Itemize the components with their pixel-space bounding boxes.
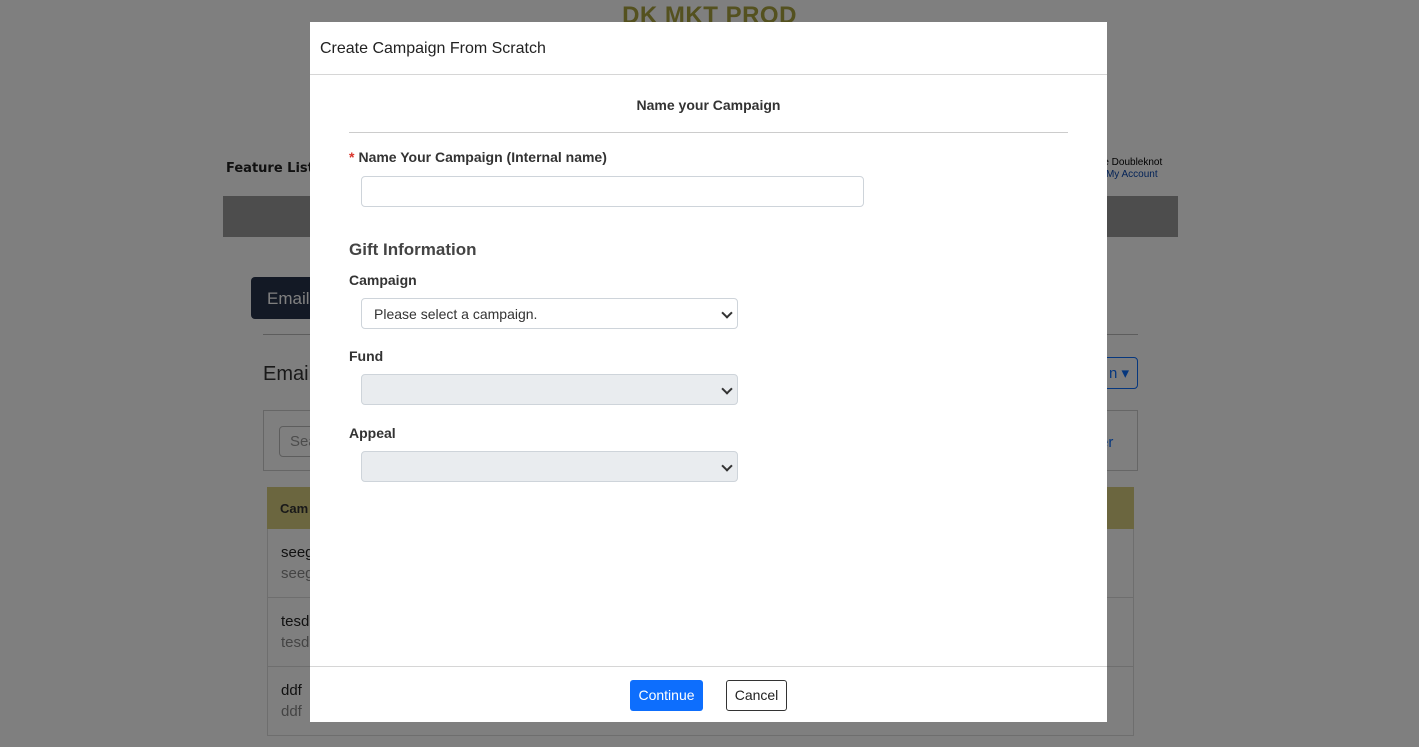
campaign-name-label-text: Name Your Campaign (Internal name): [358, 149, 606, 165]
campaign-select-value: Please select a campaign.: [374, 306, 537, 322]
create-campaign-modal: Create Campaign From Scratch Name your C…: [310, 22, 1107, 722]
required-marker: *: [349, 149, 354, 165]
chevron-down-icon: [721, 307, 732, 318]
fund-select-label: Fund: [349, 348, 383, 364]
campaign-name-input[interactable]: [361, 176, 864, 207]
chevron-down-icon: [721, 383, 732, 394]
campaign-select[interactable]: Please select a campaign.: [361, 298, 738, 329]
cancel-button[interactable]: Cancel: [726, 680, 787, 711]
gift-information-heading: Gift Information: [349, 240, 476, 260]
modal-footer: Continue Cancel: [310, 666, 1107, 722]
fund-select[interactable]: [361, 374, 738, 405]
step-divider: [349, 132, 1068, 133]
continue-button[interactable]: Continue: [630, 680, 703, 711]
modal-title: Create Campaign From Scratch: [320, 40, 546, 57]
modal-header: Create Campaign From Scratch: [310, 22, 1107, 75]
appeal-select-label: Appeal: [349, 425, 396, 441]
campaign-name-label: *Name Your Campaign (Internal name): [349, 149, 607, 165]
campaign-select-label: Campaign: [349, 272, 417, 288]
chevron-down-icon: [721, 460, 732, 471]
appeal-select[interactable]: [361, 451, 738, 482]
step-title: Name your Campaign: [310, 97, 1107, 113]
